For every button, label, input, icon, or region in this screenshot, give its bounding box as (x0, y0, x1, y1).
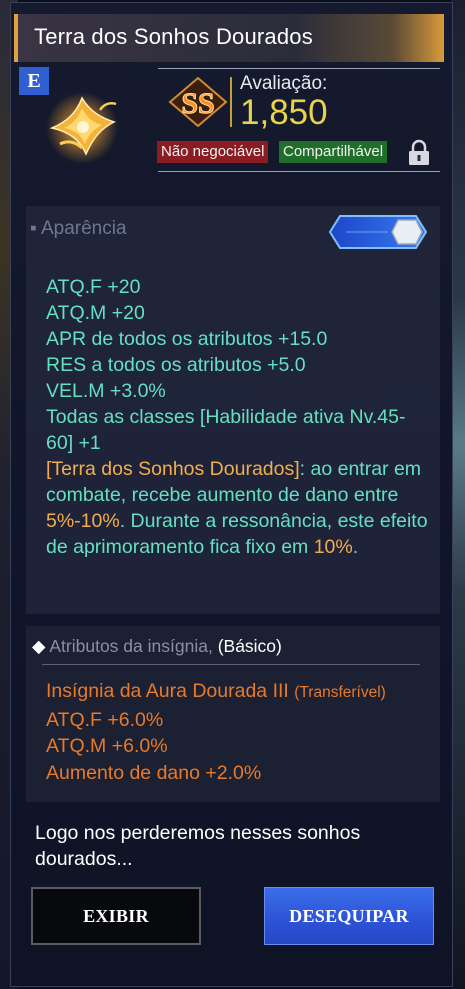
appearance-section: ▪ Aparência ATQ.F +20 ATQ.M +20 APR de t… (26, 206, 440, 614)
insignia-transfer: (Transferível) (294, 684, 386, 701)
effect-fixed-value: 10% (313, 536, 353, 558)
rating-box: SS Avaliação: 1,850 Não negociável Compa… (157, 68, 440, 172)
insignia-stat: ATQ.M +6.0% (46, 735, 168, 757)
stat-line: RES a todos os atributos +5.0 (46, 354, 306, 376)
divider (42, 664, 420, 665)
insignia-stat: Aumento de dano +2.0% (46, 761, 262, 784)
background-right-art (451, 0, 465, 989)
rank-ss-badge: SS (168, 76, 228, 128)
stat-line: VEL.M +3.0% (46, 380, 166, 402)
effect-range: 5%-10% (46, 510, 120, 532)
effect-description: [Terra dos Sonhos Dourados]: ao entrar e… (46, 456, 431, 560)
title-bar: Terra dos Sonhos Dourados (14, 14, 444, 62)
insignia-header: ◆ Atributos da insígnia, (Básico) (32, 636, 282, 657)
effect-text-3: . (352, 536, 359, 558)
insignia-stat: ATQ.F +6.0% (46, 708, 164, 731)
stat-line: ATQ.F +20 (46, 276, 141, 298)
shareable-tag: Compartilhável (279, 141, 388, 163)
flavor-text: Logo nos perderemos nesses sonhos dourad… (35, 822, 361, 870)
insignia-stats: Insígnia da Aura Dourada III (Transferív… (46, 678, 386, 786)
insignia-section: ◆ Atributos da insígnia, (Básico) Insígn… (26, 626, 440, 802)
rank-text: SS (181, 87, 214, 120)
appearance-toggle[interactable] (328, 214, 428, 250)
show-button[interactable]: EXIBIR (31, 887, 201, 945)
insignia-name: Insígnia da Aura Dourada III (46, 680, 289, 702)
unequip-button[interactable]: DESEQUIPAR (264, 887, 434, 945)
golden-wing-emblem-icon (42, 88, 122, 168)
insignia-header-label: Atributos da insígnia, (49, 636, 213, 656)
diamond-bullet-icon: ◆ (32, 636, 46, 656)
stats-list: ATQ.F +20 ATQ.M +20 APR de todos os atri… (46, 274, 431, 560)
effect-name: [Terra dos Sonhos Dourados] (46, 458, 300, 480)
rating-value: 1,850 (240, 93, 328, 132)
appearance-label: Aparência (40, 218, 127, 239)
lock-icon[interactable] (406, 139, 432, 167)
stat-line: ATQ.M +20 (46, 302, 145, 324)
non-tradable-tag: Não negociável (157, 141, 269, 163)
rating-label: Avaliação: (240, 73, 328, 94)
stat-line: Todas as classes [Habilidade ativa Nv.45… (46, 406, 406, 454)
insignia-basic-label: (Básico) (217, 636, 282, 656)
stat-line: APR de todos os atributos +15.0 (46, 328, 328, 350)
item-title: Terra dos Sonhos Dourados (34, 24, 313, 49)
appearance-header: ▪ Aparência (30, 218, 127, 239)
rating-divider (230, 77, 232, 127)
insignia-name-line: Insígnia da Aura Dourada III (Transferív… (46, 678, 386, 707)
